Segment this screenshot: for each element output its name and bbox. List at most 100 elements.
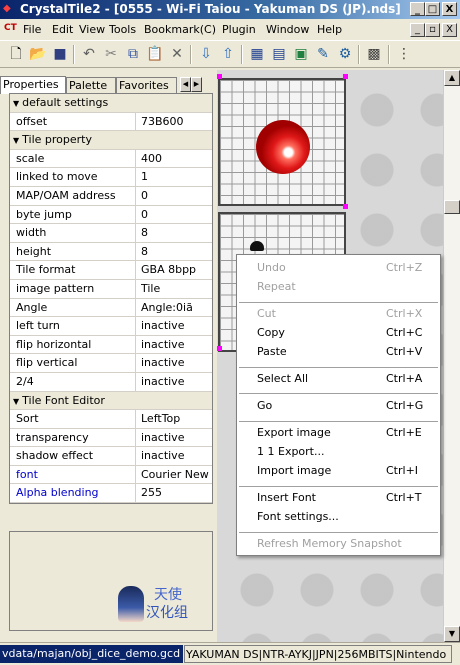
tab-favorites[interactable]: Favorites: [116, 77, 177, 93]
property-row[interactable]: shadow effect inactive: [10, 447, 212, 466]
category-default-settings[interactable]: ▼ default settings: [10, 94, 212, 113]
menu-file[interactable]: File: [23, 23, 41, 36]
property-row[interactable]: 2/4 inactive: [10, 372, 212, 392]
property-row[interactable]: Angle Angle:0iã: [10, 298, 212, 318]
collapse-icon: ▼: [13, 396, 20, 406]
toolbar: 🗋 📂 ■ ↶ ✂ ⧉ 📋 ✕ ⇩ ⇧ ▦ ▤ ▣ ✎ ⚙ ▩ ⋮: [0, 40, 460, 68]
cut-icon[interactable]: ✂: [101, 45, 121, 64]
property-row[interactable]: Alpha blending 255: [10, 484, 212, 504]
menu-bookmark[interactable]: Bookmark(C): [144, 23, 216, 36]
close-button[interactable]: X: [442, 2, 457, 16]
scroll-up-button[interactable]: ▲: [444, 70, 460, 86]
menu-edit[interactable]: Edit: [52, 23, 73, 36]
selection-handle[interactable]: [343, 204, 348, 209]
app-icon: ◆: [3, 3, 11, 14]
tab-palette[interactable]: Palette: [66, 77, 116, 93]
mdi-minimize-button[interactable]: _: [410, 23, 425, 37]
category-tile-property[interactable]: ▼ Tile property: [10, 131, 212, 150]
properties-panel: Properties Palette Favorites ◀ ▶ ▼ defaul…: [0, 70, 217, 642]
minimize-button[interactable]: _: [410, 2, 425, 16]
collapse-icon: ▼: [13, 136, 20, 146]
toolbar-separator: [190, 45, 192, 64]
menu-item-select-all[interactable]: Select All Ctrl+A: [237, 368, 440, 390]
menu-item-go[interactable]: Go Ctrl+G: [237, 395, 440, 417]
toolbar-separator: [388, 45, 390, 64]
toolbar-separator: [358, 45, 360, 64]
vertical-scrollbar[interactable]: ▲ ▼: [443, 70, 460, 642]
dice-pip: [256, 120, 310, 174]
property-row[interactable]: font Courier New: [10, 465, 212, 485]
mdi-restore-button[interactable]: ▫: [425, 23, 440, 37]
font-icon[interactable]: ▣: [291, 45, 311, 64]
property-row[interactable]: linked to move 1: [10, 168, 212, 187]
property-row[interactable]: left turn inactive: [10, 317, 212, 336]
new-icon[interactable]: 🗋: [6, 45, 26, 64]
edit-icon[interactable]: ✎: [313, 45, 333, 64]
tab-scroll-left-button[interactable]: ◀: [180, 77, 191, 92]
toolbar-separator: [241, 45, 243, 64]
status-rom-info: YAKUMAN DS|NTR-AYKJ|JPN|256MBITS|Nintend…: [184, 645, 452, 663]
menu-help[interactable]: Help: [317, 23, 342, 36]
selection-handle[interactable]: [343, 74, 348, 79]
scroll-thumb[interactable]: [444, 200, 460, 214]
menu-item-repeat[interactable]: Repeat: [237, 276, 440, 298]
property-row[interactable]: image pattern Tile: [10, 279, 212, 299]
export-icon[interactable]: ⇧: [218, 45, 238, 64]
property-row[interactable]: Sort LeftTop: [10, 410, 212, 429]
copy-icon[interactable]: ⧉: [123, 45, 143, 64]
property-row[interactable]: flip horizontal inactive: [10, 335, 212, 355]
logo-subtext: 汉化组: [146, 605, 188, 621]
property-row[interactable]: MAP/OAM address 0: [10, 186, 212, 206]
menu-item-paste[interactable]: Paste Ctrl+V: [237, 341, 440, 363]
app-window: ◆ CrystalTile2 - [0555 - Wi-Fi Taiou - Y…: [0, 0, 460, 665]
property-grid: ▼ default settings offset 73B600 ▼ Tile pro…: [9, 93, 213, 505]
open-icon[interactable]: 📂: [28, 45, 48, 64]
status-bar: vdata/majan/obj_dice_demo.gcd YAKUMAN DS…: [0, 642, 460, 665]
import-icon[interactable]: ⇩: [196, 45, 216, 64]
menu-view[interactable]: View: [79, 23, 105, 36]
translation-group-logo: 天使 汉化组: [118, 584, 208, 624]
selection-handle[interactable]: [217, 74, 222, 79]
menu-item-refresh-memory-snapshot[interactable]: Refresh Memory Snapshot: [237, 533, 440, 555]
mdi-close-button[interactable]: X: [442, 23, 457, 37]
scroll-down-button[interactable]: ▼: [444, 626, 460, 642]
menu-plugin[interactable]: Plugin: [222, 23, 256, 36]
menu-window[interactable]: Window: [266, 23, 309, 36]
menu-bar: CT File Edit View Tools Bookmark(C) Plug…: [0, 19, 460, 40]
tile-view-icon[interactable]: ▦: [247, 45, 267, 64]
category-tile-font-editor[interactable]: ▼ Tile Font Editor: [10, 391, 212, 411]
menu-item-import-image[interactable]: Import image Ctrl+I: [237, 460, 440, 482]
property-row[interactable]: Tile format GBA 8bpp: [10, 261, 212, 280]
delete-icon[interactable]: ✕: [167, 45, 187, 64]
context-menu: Undo Ctrl+Z Repeat Cut Ctrl+X Copy Ctrl+C P…: [236, 254, 441, 556]
more-icon[interactable]: ⋮: [394, 45, 414, 64]
description-area: 天使 汉化组: [9, 531, 213, 631]
hex-view-icon[interactable]: ▤: [269, 45, 289, 64]
selection-handle[interactable]: [217, 346, 222, 351]
document-icon[interactable]: CT: [4, 23, 17, 33]
settings-icon[interactable]: ⚙: [335, 45, 355, 64]
tab-properties[interactable]: Properties: [0, 76, 66, 94]
property-row[interactable]: width 8: [10, 224, 212, 243]
menu-item-font-settings[interactable]: Font settings...: [237, 506, 440, 528]
save-icon[interactable]: ■: [50, 45, 70, 64]
paste-icon[interactable]: 📋: [145, 45, 165, 64]
property-row[interactable]: offset 73B600: [10, 112, 212, 132]
window-title: CrystalTile2 - [0555 - Wi-Fi Taiou - Yak…: [20, 2, 401, 16]
status-file-path: vdata/majan/obj_dice_demo.gcd: [0, 645, 183, 663]
property-row[interactable]: transparency inactive: [10, 428, 212, 448]
menu-separator: [239, 393, 438, 394]
title-bar[interactable]: ◆ CrystalTile2 - [0555 - Wi-Fi Taiou - Y…: [0, 0, 460, 19]
logo-text: 天使: [154, 587, 182, 603]
property-row[interactable]: byte jump 0: [10, 205, 212, 225]
undo-icon[interactable]: ↶: [79, 45, 99, 64]
property-row[interactable]: scale 400: [10, 149, 212, 169]
maximize-button[interactable]: □: [425, 2, 440, 16]
menu-tools[interactable]: Tools: [109, 23, 136, 36]
grid-icon[interactable]: ▩: [364, 45, 384, 64]
collapse-icon: ▼: [13, 99, 20, 108]
property-row[interactable]: flip vertical inactive: [10, 354, 212, 373]
property-row[interactable]: height 8: [10, 242, 212, 262]
tab-scroll-right-button[interactable]: ▶: [191, 77, 202, 92]
dice-tile[interactable]: [218, 78, 346, 206]
